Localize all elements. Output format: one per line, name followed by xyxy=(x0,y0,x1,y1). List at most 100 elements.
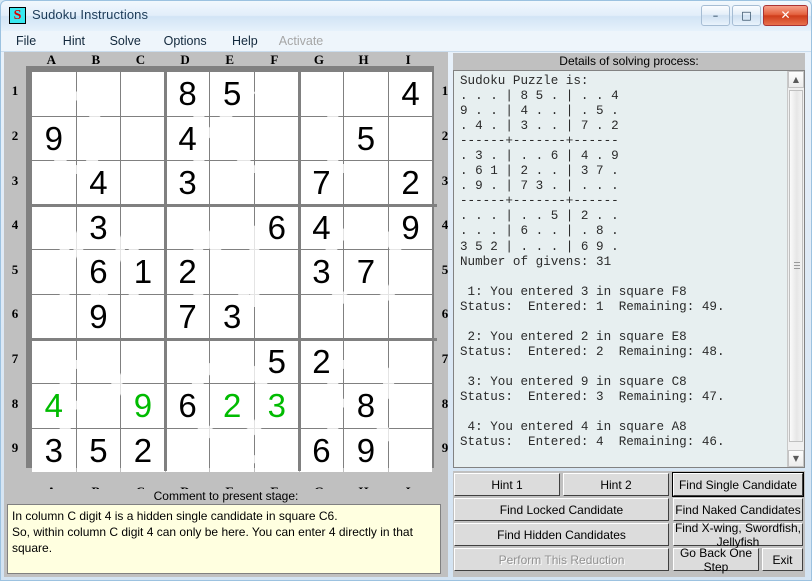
menu-item-options[interactable]: Options xyxy=(159,33,212,49)
sudoku-cell-H1[interactable] xyxy=(344,72,388,116)
sudoku-cell-F8[interactable]: 3 xyxy=(255,384,299,428)
sudoku-cell-D2[interactable]: 4 xyxy=(165,116,210,161)
sudoku-cell-A2[interactable]: 9 xyxy=(32,116,76,161)
sudoku-cell-E4[interactable] xyxy=(210,205,254,250)
sudoku-cell-B9[interactable]: 5 xyxy=(76,428,121,473)
sudoku-cell-E3[interactable] xyxy=(210,161,254,205)
sudoku-cell-I1[interactable]: 4 xyxy=(388,72,433,116)
sudoku-cell-G5[interactable]: 3 xyxy=(299,250,344,294)
find-xwing-button[interactable]: Find X-wing, Swordfish, Jellyfish xyxy=(673,521,803,549)
sudoku-cell-F1[interactable] xyxy=(255,72,299,116)
sudoku-cell-C7[interactable] xyxy=(121,339,165,384)
sudoku-cell-G7[interactable]: 2 xyxy=(299,339,344,384)
sudoku-cell-A8[interactable]: 4 xyxy=(32,384,76,428)
sudoku-cell-A5[interactable] xyxy=(32,250,76,294)
sudoku-cell-B5[interactable]: 6 xyxy=(76,250,121,294)
sudoku-cell-E5[interactable] xyxy=(210,250,254,294)
sudoku-cell-F3[interactable] xyxy=(255,161,299,205)
sudoku-cell-C2[interactable] xyxy=(121,116,165,161)
sudoku-cell-F5[interactable] xyxy=(255,250,299,294)
sudoku-cell-A1[interactable] xyxy=(32,72,76,116)
sudoku-cell-F2[interactable] xyxy=(255,116,299,161)
sudoku-cell-D9[interactable] xyxy=(165,428,210,473)
sudoku-cell-E2[interactable] xyxy=(210,116,254,161)
find-naked-candidates-button[interactable]: Find Naked Candidates xyxy=(673,498,803,521)
sudoku-cell-I6[interactable] xyxy=(388,295,433,339)
sudoku-cell-D5[interactable]: 2 xyxy=(165,250,210,294)
sudoku-cell-H2[interactable]: 5 xyxy=(344,116,388,161)
sudoku-cell-B1[interactable] xyxy=(76,72,121,116)
close-button[interactable]: ✕ xyxy=(763,5,808,26)
sudoku-cell-A6[interactable] xyxy=(32,295,76,339)
scroll-down-button[interactable]: ▼ xyxy=(788,450,804,467)
sudoku-cell-D4[interactable] xyxy=(165,205,210,250)
sudoku-cell-F7[interactable]: 5 xyxy=(255,339,299,384)
sudoku-cell-D1[interactable]: 8 xyxy=(165,72,210,116)
sudoku-cell-D8[interactable]: 6 xyxy=(165,384,210,428)
find-single-candidate-button[interactable]: Find Single Candidate xyxy=(672,472,804,497)
exit-button[interactable]: Exit xyxy=(762,548,803,571)
sudoku-cell-E9[interactable] xyxy=(210,428,254,473)
sudoku-cell-F9[interactable] xyxy=(255,428,299,473)
menu-item-help[interactable]: Help xyxy=(227,33,263,49)
sudoku-cell-F4[interactable]: 6 xyxy=(255,205,299,250)
sudoku-cell-H5[interactable]: 7 xyxy=(344,250,388,294)
sudoku-cell-C3[interactable] xyxy=(121,161,165,205)
sudoku-cell-H7[interactable] xyxy=(344,339,388,384)
sudoku-cell-B8[interactable] xyxy=(76,384,121,428)
sudoku-cell-G3[interactable]: 7 xyxy=(299,161,344,205)
sudoku-cell-G1[interactable] xyxy=(299,72,344,116)
sudoku-cell-G8[interactable] xyxy=(299,384,344,428)
sudoku-cell-D7[interactable] xyxy=(165,339,210,384)
menu-item-solve[interactable]: Solve xyxy=(105,33,146,49)
sudoku-cell-E8[interactable]: 2 xyxy=(210,384,254,428)
sudoku-cell-A7[interactable] xyxy=(32,339,76,384)
sudoku-cell-I3[interactable]: 2 xyxy=(388,161,433,205)
sudoku-cell-E6[interactable]: 3 xyxy=(210,295,254,339)
minimize-button[interactable]: – xyxy=(701,5,730,26)
maximize-button[interactable]: □ xyxy=(732,5,761,26)
sudoku-cell-E7[interactable] xyxy=(210,339,254,384)
sudoku-cell-D6[interactable]: 7 xyxy=(165,295,210,339)
sudoku-cell-H4[interactable] xyxy=(344,205,388,250)
find-hidden-candidates-button[interactable]: Find Hidden Candidates xyxy=(454,523,669,546)
sudoku-cell-I8[interactable] xyxy=(388,384,433,428)
menu-item-file[interactable]: File xyxy=(11,33,41,49)
sudoku-cell-G4[interactable]: 4 xyxy=(299,205,344,250)
sudoku-cell-B2[interactable] xyxy=(76,116,121,161)
sudoku-cell-B3[interactable]: 4 xyxy=(76,161,121,205)
scrollbar-thumb[interactable] xyxy=(789,90,803,442)
sudoku-cell-B6[interactable]: 9 xyxy=(76,295,121,339)
sudoku-cell-G9[interactable]: 6 xyxy=(299,428,344,473)
sudoku-cell-G2[interactable] xyxy=(299,116,344,161)
perform-this-reduction-button[interactable]: Perform This Reduction xyxy=(454,548,669,571)
sudoku-cell-C4[interactable] xyxy=(121,205,165,250)
sudoku-cell-A3[interactable] xyxy=(32,161,76,205)
sudoku-cell-H9[interactable]: 9 xyxy=(344,428,388,473)
sudoku-cell-A9[interactable]: 3 xyxy=(32,428,76,473)
sudoku-cell-I7[interactable] xyxy=(388,339,433,384)
sudoku-cell-H8[interactable]: 8 xyxy=(344,384,388,428)
sudoku-cell-E1[interactable]: 5 xyxy=(210,72,254,116)
sudoku-cell-C9[interactable]: 2 xyxy=(121,428,165,473)
go-back-one-step-button[interactable]: Go Back One Step xyxy=(673,546,759,574)
scroll-up-button[interactable]: ▲ xyxy=(788,71,804,88)
hint-1-button[interactable]: Hint 1 xyxy=(454,473,560,496)
sudoku-cell-C5[interactable]: 1 xyxy=(121,250,165,294)
sudoku-cell-I5[interactable] xyxy=(388,250,433,294)
sudoku-cell-I2[interactable] xyxy=(388,116,433,161)
sudoku-cell-C6[interactable] xyxy=(121,295,165,339)
sudoku-cell-H3[interactable] xyxy=(344,161,388,205)
sudoku-cell-A4[interactable] xyxy=(32,205,76,250)
sudoku-cell-G6[interactable] xyxy=(299,295,344,339)
sudoku-cell-F6[interactable] xyxy=(255,295,299,339)
sudoku-cell-B7[interactable] xyxy=(76,339,121,384)
sudoku-cell-I4[interactable]: 9 xyxy=(388,205,433,250)
hint-2-button[interactable]: Hint 2 xyxy=(563,473,669,496)
sudoku-cell-C8[interactable]: 9 xyxy=(121,384,165,428)
sudoku-cell-C1[interactable] xyxy=(121,72,165,116)
sudoku-cell-B4[interactable]: 3 xyxy=(76,205,121,250)
sudoku-grid[interactable]: JKLMNOPQR8549454372364961237973524962383… xyxy=(26,66,437,473)
sudoku-cell-I9[interactable] xyxy=(388,428,433,473)
sudoku-cell-H6[interactable] xyxy=(344,295,388,339)
